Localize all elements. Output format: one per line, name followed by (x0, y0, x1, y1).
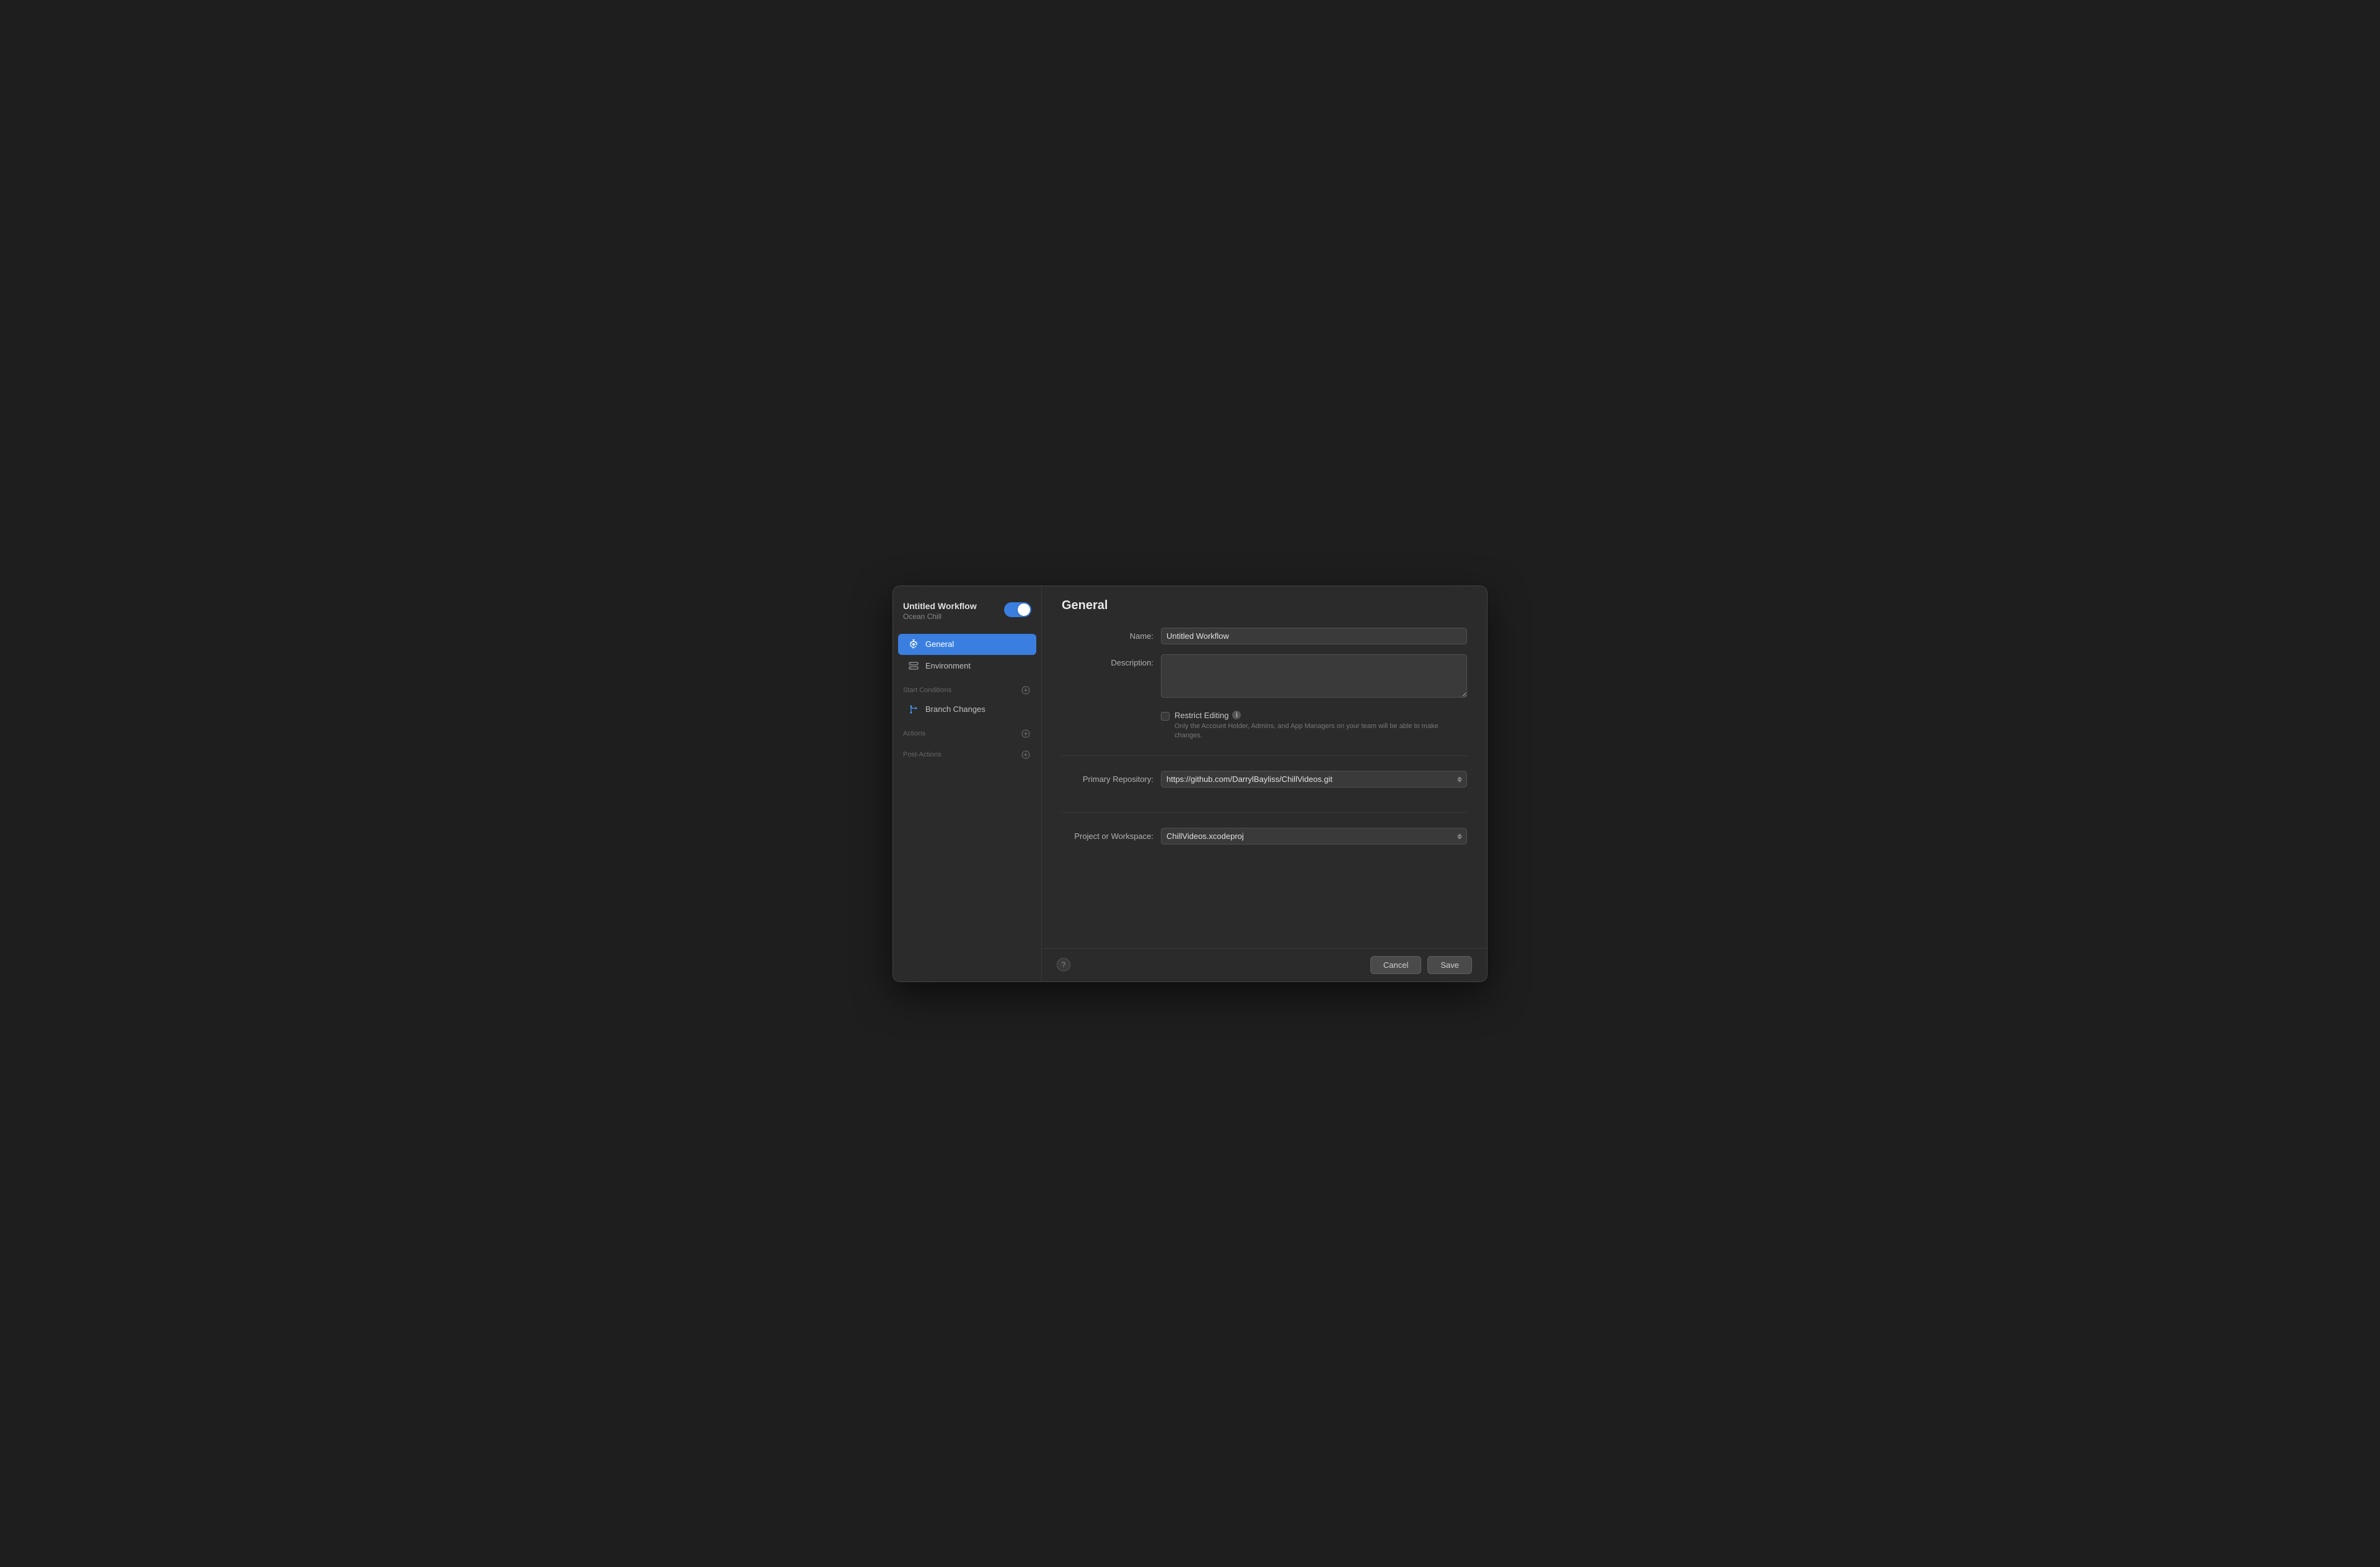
workflow-toggle[interactable] (1004, 602, 1031, 617)
page-title: General (1062, 599, 1467, 613)
post-actions-label: Post-Actions (903, 751, 941, 758)
primary-repository-label: Primary Repository: (1062, 771, 1161, 784)
description-control (1161, 654, 1467, 701)
add-post-action-button[interactable] (1020, 749, 1031, 760)
main-footer: ? Cancel Save (1042, 948, 1487, 981)
sidebar-section-start-conditions: Start Conditions (893, 677, 1041, 698)
project-workspace-select[interactable]: ChillVideos.xcodeproj (1161, 828, 1467, 845)
sidebar-section-post-actions: Post-Actions (893, 742, 1041, 763)
sidebar: Untitled Workflow Ocean Chill General (893, 586, 1042, 981)
sidebar-item-environment[interactable]: Environment (898, 656, 1036, 677)
actions-label: Actions (903, 730, 925, 737)
sidebar-item-general-label: General (925, 639, 954, 649)
description-row: Description: (1062, 654, 1467, 701)
description-label: Description: (1062, 654, 1161, 667)
project-workspace-select-wrapper: ChillVideos.xcodeproj (1161, 828, 1467, 845)
restrict-editing-row: Restrict Editing ℹ Only the Account Hold… (1161, 711, 1467, 741)
workflow-subtitle: Ocean Chill (903, 612, 977, 621)
help-button[interactable]: ? (1057, 958, 1070, 972)
primary-repository-select-wrapper: https://github.com/DarrylBayliss/ChillVi… (1161, 771, 1467, 788)
sidebar-item-environment-label: Environment (925, 661, 971, 670)
main-header: General (1042, 586, 1487, 623)
workflow-window: Untitled Workflow Ocean Chill General (892, 586, 1488, 982)
main-content: General Name: Description: (1042, 586, 1487, 981)
workflow-title: Untitled Workflow (903, 601, 977, 611)
form-section-repository: Primary Repository: https://github.com/D… (1062, 771, 1467, 813)
form-section-basic: Name: Description: (1062, 628, 1467, 757)
sidebar-item-general[interactable]: General (898, 634, 1036, 655)
sidebar-item-branch-changes[interactable]: Branch Changes (898, 699, 1036, 720)
restrict-editing-label: Restrict Editing ℹ (1175, 711, 1467, 720)
restrict-editing-checkbox[interactable] (1161, 712, 1170, 721)
name-row: Name: (1062, 628, 1467, 644)
sidebar-nav: General Environment (893, 633, 1041, 972)
primary-repository-control: https://github.com/DarrylBayliss/ChillVi… (1161, 771, 1467, 788)
project-workspace-row: Project or Workspace: ChillVideos.xcodep… (1062, 828, 1467, 845)
sidebar-item-branch-changes-label: Branch Changes (925, 704, 985, 714)
primary-repository-row: Primary Repository: https://github.com/D… (1062, 771, 1467, 788)
sidebar-title-group: Untitled Workflow Ocean Chill (903, 601, 977, 621)
name-input[interactable] (1161, 628, 1467, 644)
name-control (1161, 628, 1467, 644)
restrict-editing-label-group: Restrict Editing ℹ Only the Account Hold… (1175, 711, 1467, 741)
restrict-editing-wrapper: Restrict Editing ℹ Only the Account Hold… (1161, 711, 1467, 741)
form-section-project: Project or Workspace: ChillVideos.xcodep… (1062, 828, 1467, 869)
window-content: Untitled Workflow Ocean Chill General (893, 586, 1487, 981)
footer-buttons: Cancel Save (1370, 956, 1472, 974)
start-conditions-label: Start Conditions (903, 687, 951, 694)
gear-icon (908, 639, 919, 650)
restrict-editing-info-icon[interactable]: ℹ (1232, 711, 1241, 719)
primary-repository-select[interactable]: https://github.com/DarrylBayliss/ChillVi… (1161, 771, 1467, 788)
branch-icon (908, 704, 919, 715)
name-label: Name: (1062, 628, 1161, 641)
sidebar-header: Untitled Workflow Ocean Chill (893, 596, 1041, 633)
server-icon (908, 661, 919, 672)
cancel-button[interactable]: Cancel (1370, 956, 1421, 974)
restrict-editing-hint: Only the Account Holder, Admins, and App… (1175, 722, 1467, 741)
description-input[interactable] (1161, 654, 1467, 698)
main-body: Name: Description: (1042, 623, 1487, 948)
save-button[interactable]: Save (1427, 956, 1472, 974)
project-workspace-control: ChillVideos.xcodeproj (1161, 828, 1467, 845)
add-start-condition-button[interactable] (1020, 685, 1031, 696)
add-action-button[interactable] (1020, 728, 1031, 739)
sidebar-section-actions: Actions (893, 721, 1041, 742)
project-workspace-label: Project or Workspace: (1062, 828, 1161, 841)
